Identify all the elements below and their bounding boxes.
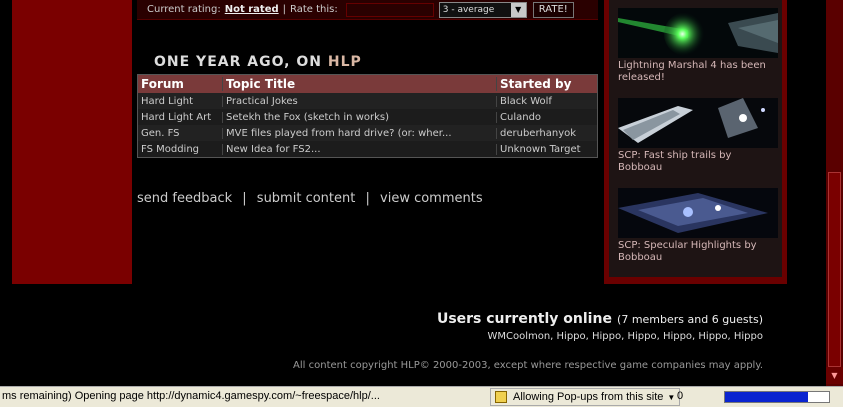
column-header-topic: Topic Title	[222, 77, 496, 91]
users-online-title: Users currently online	[436, 311, 612, 327]
rate-button[interactable]: RATE!	[532, 1, 574, 18]
topic-link[interactable]: Setekh the Fox (sketch in works)	[222, 111, 496, 123]
scrollbar-thumb[interactable]	[828, 172, 841, 367]
copyright-text: All content copyright HLP© 2000-2003, ex…	[293, 360, 763, 371]
loading-progress-bar	[724, 391, 830, 403]
scroll-down-icon[interactable]: ▼	[826, 367, 843, 384]
news-caption[interactable]: SCP: Specular Highlights by Bobboau	[618, 240, 778, 264]
news-thumbnail-image[interactable]	[618, 98, 778, 148]
rating-select-value: 3 - average	[442, 4, 495, 15]
link-separator: |	[365, 191, 370, 206]
current-rating-label: Current rating:	[147, 4, 221, 15]
send-feedback-link[interactable]: send feedback	[137, 191, 232, 206]
progress-fill	[725, 392, 809, 402]
current-rating-value: Not rated	[224, 4, 279, 15]
forum-link[interactable]: Gen. FS	[138, 128, 222, 139]
chevron-down-icon[interactable]: ▼	[510, 2, 526, 17]
one-year-ago-title-prefix: ONE YEAR AGO, ON	[154, 54, 322, 70]
topic-link[interactable]: New Idea for FS2...	[222, 143, 496, 155]
table-row: FS Modding New Idea for FS2... Unknown T…	[138, 141, 597, 157]
rating-bar: Current rating: Not rated | Rate this: 3…	[137, 0, 598, 20]
one-year-ago-title: ONE YEAR AGO, ON HLP	[154, 54, 362, 70]
users-online-count: (7 members and 6 guests)	[617, 313, 763, 326]
news-item[interactable]: SCP: Fast ship trails by Bobboau	[618, 98, 778, 174]
topic-link[interactable]: Practical Jokes	[222, 95, 496, 107]
footer-links: send feedback | submit content | view co…	[137, 191, 483, 206]
starter-link[interactable]: Unknown Target	[496, 143, 597, 155]
browser-status-bar: ms remaining) Opening page http://dynami…	[0, 386, 843, 407]
view-comments-link[interactable]: view comments	[380, 191, 483, 206]
left-sidebar-panel	[12, 0, 132, 284]
one-year-ago-table: Forum Topic Title Started by Hard Light …	[137, 74, 598, 158]
popup-status-label: Allowing Pop-ups from this site	[513, 391, 664, 403]
rate-this-label: Rate this:	[290, 4, 338, 15]
popup-blocker-status[interactable]: Allowing Pop-ups from this site ▼	[490, 388, 681, 406]
link-separator: |	[242, 191, 247, 206]
forum-link[interactable]: FS Modding	[138, 144, 222, 155]
starter-link[interactable]: Culando	[496, 111, 597, 123]
column-header-started-by: Started by	[496, 77, 597, 91]
forum-link[interactable]: Hard Light	[138, 96, 222, 107]
forum-link[interactable]: Hard Light Art	[138, 112, 222, 123]
news-item[interactable]: Lightning Marshal 4 has been released!	[618, 8, 778, 84]
column-header-forum: Forum	[141, 77, 184, 91]
news-caption[interactable]: Lightning Marshal 4 has been released!	[618, 60, 778, 84]
table-row: Hard Light Practical Jokes Black Wolf	[138, 93, 597, 109]
popup-icon	[495, 391, 507, 403]
table-header: Forum Topic Title Started by	[138, 75, 597, 93]
submit-content-link[interactable]: submit content	[257, 191, 356, 206]
status-counter: 0	[677, 390, 684, 402]
users-online: Users currently online (7 members and 6 …	[437, 308, 763, 342]
topic-link[interactable]: MVE files played from hard drive? (or: w…	[222, 127, 496, 139]
one-year-ago-title-site: HLP	[327, 54, 362, 70]
starter-link[interactable]: Black Wolf	[496, 95, 597, 107]
news-caption[interactable]: SCP: Fast ship trails by Bobboau	[618, 150, 778, 174]
rating-separator: |	[282, 4, 287, 15]
news-thumbnail-image[interactable]	[618, 188, 778, 238]
starter-link[interactable]: deruberhanyok	[496, 127, 597, 139]
table-row: Gen. FS MVE files played from hard drive…	[138, 125, 597, 141]
chevron-down-icon: ▼	[667, 392, 676, 402]
rating-select[interactable]: 3 - average ▼	[438, 1, 527, 18]
news-item[interactable]: SCP: Specular Highlights by Bobboau	[618, 188, 778, 264]
users-online-names[interactable]: WMCoolmon, Hippo, Hippo, Hippo, Hippo, H…	[437, 331, 763, 342]
table-row: Hard Light Art Setekh the Fox (sketch in…	[138, 109, 597, 125]
page-viewport: Current rating: Not rated | Rate this: 3…	[0, 0, 826, 386]
status-text: ms remaining) Opening page http://dynami…	[2, 390, 380, 402]
rating-comment-input[interactable]	[345, 2, 434, 17]
news-thumbnail-image[interactable]	[618, 8, 778, 58]
